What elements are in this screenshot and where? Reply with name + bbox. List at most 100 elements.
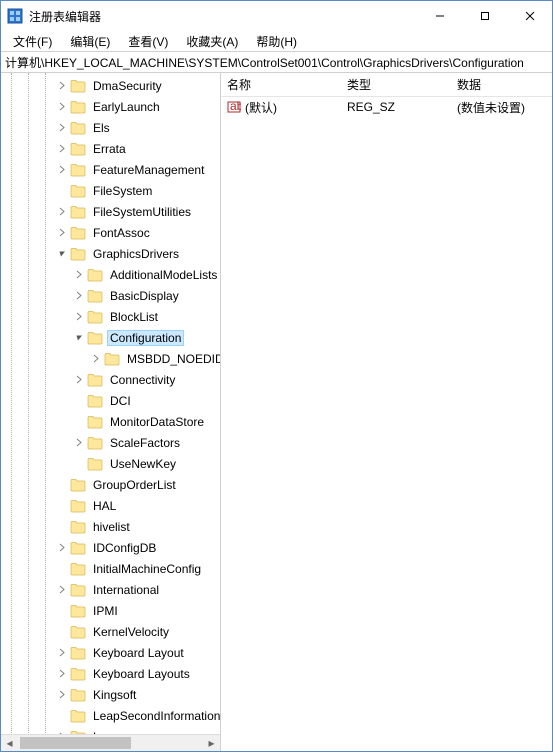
titlebar[interactable]: 注册表编辑器 xyxy=(1,1,552,31)
chevron-right-icon[interactable] xyxy=(55,646,69,660)
window-buttons xyxy=(417,1,552,31)
chevron-right-icon[interactable] xyxy=(89,352,103,366)
tree-node[interactable]: ScaleFactors xyxy=(1,432,220,453)
tree-node[interactable]: International xyxy=(1,579,220,600)
chevron-right-icon[interactable] xyxy=(55,205,69,219)
tree-node[interactable]: FileSystem xyxy=(1,180,220,201)
folder-icon xyxy=(87,436,103,450)
tree-node-label: IDConfigDB xyxy=(90,540,159,556)
folder-icon xyxy=(104,352,120,366)
scrollbar-thumb[interactable] xyxy=(20,737,131,749)
minimize-button[interactable] xyxy=(417,1,462,31)
chevron-right-icon[interactable] xyxy=(55,121,69,135)
menu-edit[interactable]: 编辑(E) xyxy=(62,32,118,51)
tree-node-label: FileSystem xyxy=(90,183,155,199)
chevron-right-icon[interactable] xyxy=(55,226,69,240)
tree-node[interactable]: GraphicsDrivers xyxy=(1,243,220,264)
tree-node[interactable]: Connectivity xyxy=(1,369,220,390)
tree-node-label: ScaleFactors xyxy=(107,435,183,451)
tree-node[interactable]: EarlyLaunch xyxy=(1,96,220,117)
chevron-right-icon[interactable] xyxy=(55,688,69,702)
folder-icon xyxy=(70,667,86,681)
chevron-right-icon[interactable] xyxy=(55,142,69,156)
column-data[interactable]: 数据 xyxy=(451,73,552,96)
list-header: 名称 类型 数据 xyxy=(221,73,552,97)
chevron-right-icon[interactable] xyxy=(55,667,69,681)
folder-icon xyxy=(70,205,86,219)
folder-icon xyxy=(70,625,86,639)
chevron-right-icon[interactable] xyxy=(72,289,86,303)
scroll-right-icon[interactable]: ▸ xyxy=(203,735,220,751)
tree-horizontal-scrollbar[interactable]: ◂ ▸ xyxy=(1,734,220,751)
tree-node-label: HAL xyxy=(90,498,119,514)
tree-node[interactable]: IPMI xyxy=(1,600,220,621)
regedit-window: 注册表编辑器 文件(F) 编辑(E) 查看(V) 收藏夹(A) 帮助(H) 计算… xyxy=(0,0,553,752)
svg-text:ab: ab xyxy=(230,100,241,113)
folder-icon xyxy=(70,121,86,135)
tree-node[interactable]: hivelist xyxy=(1,516,220,537)
chevron-right-icon[interactable] xyxy=(55,79,69,93)
folder-icon xyxy=(70,478,86,492)
tree-node[interactable]: Els xyxy=(1,117,220,138)
tree-node[interactable]: IDConfigDB xyxy=(1,537,220,558)
tree-node[interactable]: HAL xyxy=(1,495,220,516)
menu-favorites[interactable]: 收藏夹(A) xyxy=(178,32,246,51)
registry-tree[interactable]: DmaSecurityEarlyLaunchElsErrataFeatureMa… xyxy=(1,73,220,751)
tree-node[interactable]: Configuration xyxy=(1,327,220,348)
values-list[interactable]: ab(默认)REG_SZ(数值未设置) xyxy=(221,97,552,751)
tree-twisty-none xyxy=(55,709,69,723)
tree-node-label: BlockList xyxy=(107,309,161,325)
tree-node[interactable]: Kingsoft xyxy=(1,684,220,705)
menu-help[interactable]: 帮助(H) xyxy=(248,32,305,51)
tree-node[interactable]: MonitorDataStore xyxy=(1,411,220,432)
tree-node-label: GroupOrderList xyxy=(90,477,179,493)
tree-twisty-none xyxy=(55,184,69,198)
folder-icon xyxy=(70,226,86,240)
tree-node[interactable]: BlockList xyxy=(1,306,220,327)
chevron-right-icon[interactable] xyxy=(55,583,69,597)
tree-node[interactable]: FeatureManagement xyxy=(1,159,220,180)
value-type: REG_SZ xyxy=(341,100,451,114)
chevron-right-icon[interactable] xyxy=(55,163,69,177)
tree-node[interactable]: Keyboard Layout xyxy=(1,642,220,663)
menu-file[interactable]: 文件(F) xyxy=(5,32,60,51)
chevron-right-icon[interactable] xyxy=(72,373,86,387)
chevron-right-icon[interactable] xyxy=(72,310,86,324)
tree-node[interactable]: InitialMachineConfig xyxy=(1,558,220,579)
value-row[interactable]: ab(默认)REG_SZ(数值未设置) xyxy=(221,97,552,117)
tree-node[interactable]: MSBDD_NOEDID xyxy=(1,348,220,369)
scroll-left-icon[interactable]: ◂ xyxy=(1,735,18,751)
tree-node[interactable]: GroupOrderList xyxy=(1,474,220,495)
menu-view[interactable]: 查看(V) xyxy=(120,32,176,51)
tree-node-label: GraphicsDrivers xyxy=(90,246,182,262)
string-value-icon: ab xyxy=(227,100,241,114)
tree-node[interactable]: BasicDisplay xyxy=(1,285,220,306)
tree-pane: DmaSecurityEarlyLaunchElsErrataFeatureMa… xyxy=(1,73,221,751)
folder-icon xyxy=(70,562,86,576)
maximize-button[interactable] xyxy=(462,1,507,31)
tree-node[interactable]: UseNewKey xyxy=(1,453,220,474)
tree-node-label: DCI xyxy=(107,393,134,409)
tree-node[interactable]: LeapSecondInformation xyxy=(1,705,220,726)
tree-node[interactable]: FontAssoc xyxy=(1,222,220,243)
chevron-right-icon[interactable] xyxy=(55,100,69,114)
chevron-right-icon[interactable] xyxy=(72,436,86,450)
tree-node[interactable]: DCI xyxy=(1,390,220,411)
tree-node[interactable]: Keyboard Layouts xyxy=(1,663,220,684)
chevron-down-icon[interactable] xyxy=(72,331,86,345)
column-name[interactable]: 名称 xyxy=(221,73,341,96)
tree-twisty-none xyxy=(55,499,69,513)
tree-node[interactable]: AdditionalModeLists xyxy=(1,264,220,285)
tree-node[interactable]: Errata xyxy=(1,138,220,159)
chevron-right-icon[interactable] xyxy=(72,268,86,282)
tree-node[interactable]: DmaSecurity xyxy=(1,75,220,96)
tree-node[interactable]: FileSystemUtilities xyxy=(1,201,220,222)
close-button[interactable] xyxy=(507,1,552,31)
chevron-right-icon[interactable] xyxy=(55,541,69,555)
chevron-down-icon[interactable] xyxy=(55,247,69,261)
column-type[interactable]: 类型 xyxy=(341,73,451,96)
folder-icon xyxy=(70,604,86,618)
tree-twisty-none xyxy=(55,604,69,618)
tree-node[interactable]: KernelVelocity xyxy=(1,621,220,642)
address-bar[interactable]: 计算机\HKEY_LOCAL_MACHINE\SYSTEM\ControlSet… xyxy=(1,51,552,73)
